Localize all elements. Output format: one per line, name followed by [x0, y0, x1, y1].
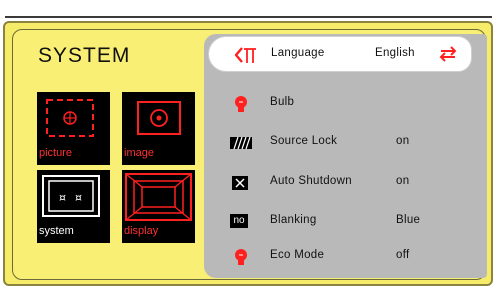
setting-row-source-lock[interactable]: Source Lock on	[204, 125, 487, 161]
tile-label-display: display	[124, 225, 159, 237]
swap-arrows-icon[interactable]	[439, 46, 457, 62]
tile-display[interactable]: display	[122, 170, 195, 243]
language-icon	[235, 47, 256, 63]
svg-text:¤: ¤	[75, 191, 82, 204]
source-lock-icon	[230, 136, 252, 150]
tile-label-system: system	[39, 225, 74, 237]
setting-value-eco-mode: off	[396, 249, 410, 261]
setting-row-language[interactable]: Language English	[208, 36, 472, 72]
setting-row-blanking[interactable]: no Blanking Blue	[204, 204, 487, 240]
settings-panel: Language English Bulb Source Lock on Aut…	[204, 34, 487, 278]
setting-label-eco-mode: Eco Mode	[270, 249, 325, 261]
setting-row-bulb[interactable]: Bulb	[204, 86, 487, 122]
setting-value-language: English	[375, 47, 415, 59]
svg-text:¤: ¤	[59, 191, 66, 204]
page-title: SYSTEM	[38, 44, 131, 67]
setting-value-blanking: Blue	[396, 214, 421, 226]
eco-bulb-icon	[235, 249, 247, 265]
tile-label-picture: picture	[39, 147, 73, 159]
setting-label-blanking: Blanking	[270, 214, 317, 226]
tile-picture[interactable]: picture	[37, 92, 110, 165]
close-icon	[232, 176, 248, 190]
tile-image[interactable]: image	[122, 92, 195, 165]
setting-label-auto-shutdown: Auto Shutdown	[270, 175, 352, 187]
setting-label-source-lock: Source Lock	[270, 135, 338, 147]
setting-label-language: Language	[271, 47, 325, 59]
top-divider	[5, 4, 492, 18]
bulb-icon	[235, 96, 247, 112]
setting-row-auto-shutdown[interactable]: Auto Shutdown on	[204, 165, 487, 201]
setting-value-source-lock: on	[396, 135, 410, 147]
tile-label-image: image	[124, 147, 154, 159]
setting-row-eco-mode[interactable]: Eco Mode off	[204, 239, 487, 275]
setting-label-bulb: Bulb	[270, 96, 295, 108]
setting-value-auto-shutdown: on	[396, 175, 410, 187]
tile-system[interactable]: ¤ ¤ system	[37, 170, 110, 243]
blanking-badge: no	[230, 214, 248, 228]
